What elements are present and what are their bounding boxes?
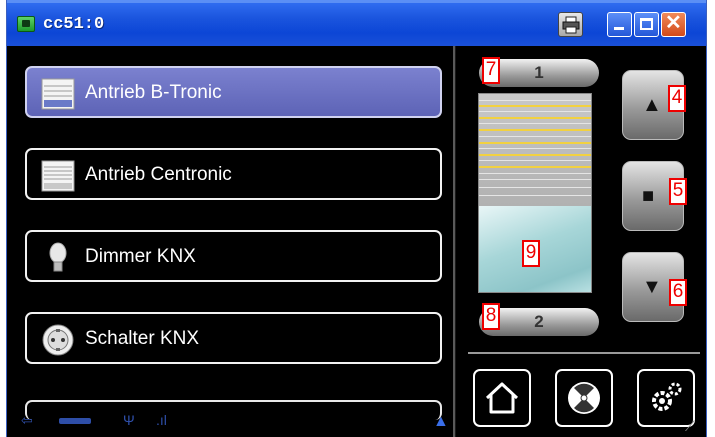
slat xyxy=(479,195,591,196)
slat xyxy=(479,136,591,137)
close-icon: ✕ xyxy=(665,12,682,34)
slat xyxy=(479,142,591,144)
window-title: cc51:0 xyxy=(43,15,105,34)
settings-icon xyxy=(652,382,682,411)
climate-button[interactable] xyxy=(555,369,613,427)
resize-grip-icon[interactable]: ⟋ xyxy=(685,418,695,435)
marker-7: 7 xyxy=(482,57,500,84)
down-icon: ▼ xyxy=(642,276,662,298)
socket-icon xyxy=(42,324,74,356)
slat xyxy=(479,123,591,124)
title-bar: cc51:0 ✕ xyxy=(7,0,706,46)
marker-4: 4 xyxy=(668,85,686,112)
print-button[interactable] xyxy=(558,12,583,37)
marker-6: 6 xyxy=(669,279,687,306)
close-button[interactable]: ✕ xyxy=(661,12,686,37)
battery-icon xyxy=(59,418,91,424)
shutter-icon xyxy=(41,78,75,110)
slat xyxy=(479,111,591,112)
slat xyxy=(479,187,591,188)
app-icon xyxy=(17,16,35,32)
slat xyxy=(479,105,591,107)
home-button[interactable] xyxy=(473,369,531,427)
list-footer xyxy=(7,400,453,437)
slat xyxy=(479,129,591,131)
stop-icon: ■ xyxy=(642,185,655,207)
minimize-icon xyxy=(614,27,624,30)
marker-9: 9 xyxy=(522,240,540,267)
printer-icon xyxy=(562,16,580,34)
slat xyxy=(479,173,591,174)
device-item-schalter-knx[interactable]: Schalter KNX xyxy=(25,312,442,364)
slat xyxy=(479,117,591,119)
marker-5: 5 xyxy=(669,178,687,205)
bulb-icon xyxy=(49,242,67,272)
slat xyxy=(479,148,591,149)
slat xyxy=(479,154,591,156)
slat xyxy=(479,100,591,101)
slat xyxy=(479,179,591,180)
maximize-icon xyxy=(640,18,653,30)
antenna-icon: Ψ xyxy=(123,412,135,428)
app-window: cc51:0 ✕ Antrieb B-Tronic Antrieb Centro… xyxy=(6,0,707,437)
network-icon: ⇦ xyxy=(21,412,33,428)
shutter-icon xyxy=(41,160,75,192)
minimize-button[interactable] xyxy=(607,12,632,37)
fan-icon xyxy=(568,382,600,414)
device-item-antrieb-b-tronic[interactable]: Antrieb B-Tronic xyxy=(25,66,442,118)
partial-list-item[interactable] xyxy=(25,400,442,420)
slat xyxy=(479,160,591,161)
device-list: Antrieb B-Tronic Antrieb Centronic Dimme… xyxy=(7,46,453,437)
home-icon xyxy=(485,382,519,414)
signal-strength-icon: .ıl xyxy=(156,412,167,428)
maximize-button[interactable] xyxy=(634,12,659,37)
device-item-dimmer-knx[interactable]: Dimmer KNX xyxy=(25,230,442,282)
device-label: Antrieb B-Tronic xyxy=(85,82,222,103)
up-icon: ▲ xyxy=(642,94,662,116)
device-label: Dimmer KNX xyxy=(85,246,196,267)
warning-icon: ▲ xyxy=(433,413,449,430)
marker-8: 8 xyxy=(482,303,500,330)
slat xyxy=(479,166,591,168)
device-item-antrieb-centronic[interactable]: Antrieb Centronic xyxy=(25,148,442,200)
right-margin xyxy=(707,0,715,437)
nav-separator xyxy=(468,352,700,354)
device-label: Schalter KNX xyxy=(85,328,200,349)
device-label: Antrieb Centronic xyxy=(85,164,232,185)
